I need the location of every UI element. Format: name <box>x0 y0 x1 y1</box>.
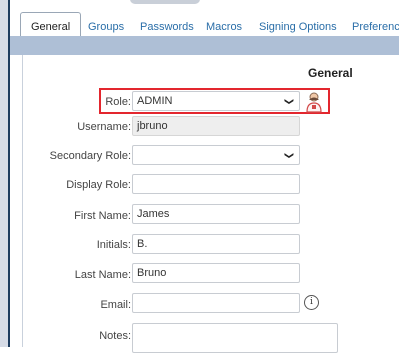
info-icon[interactable]: i <box>304 295 319 310</box>
email-label: Email: <box>100 299 131 311</box>
initials-field[interactable]: B. <box>132 234 300 254</box>
secondary-role-select[interactable]: ❯ <box>132 145 300 165</box>
role-highlight-box <box>99 88 330 114</box>
notes-label: Notes: <box>99 330 131 342</box>
user-role-icon[interactable] <box>306 91 322 113</box>
first-name-field[interactable]: James <box>132 204 300 224</box>
chevron-down-icon: ❯ <box>284 151 295 160</box>
tab-content-band <box>10 36 399 55</box>
window-left-edge <box>0 0 8 347</box>
username-field: jbruno <box>132 116 300 136</box>
notes-textarea[interactable] <box>132 323 338 353</box>
tab-bar: General Groups Passwords Macros Signing … <box>10 6 399 41</box>
section-title: General <box>308 66 353 80</box>
username-label: Username: <box>77 121 131 133</box>
first-name-label: First Name: <box>74 210 131 222</box>
display-role-field[interactable] <box>132 174 300 194</box>
last-name-label: Last Name: <box>74 269 131 281</box>
display-role-label: Display Role: <box>66 179 131 191</box>
email-field[interactable] <box>132 293 300 313</box>
secondary-role-label: Secondary Role: <box>49 150 131 162</box>
initials-label: Initials: <box>96 239 131 251</box>
last-name-field[interactable]: Bruno <box>132 263 300 283</box>
top-strip-shape <box>130 0 200 4</box>
